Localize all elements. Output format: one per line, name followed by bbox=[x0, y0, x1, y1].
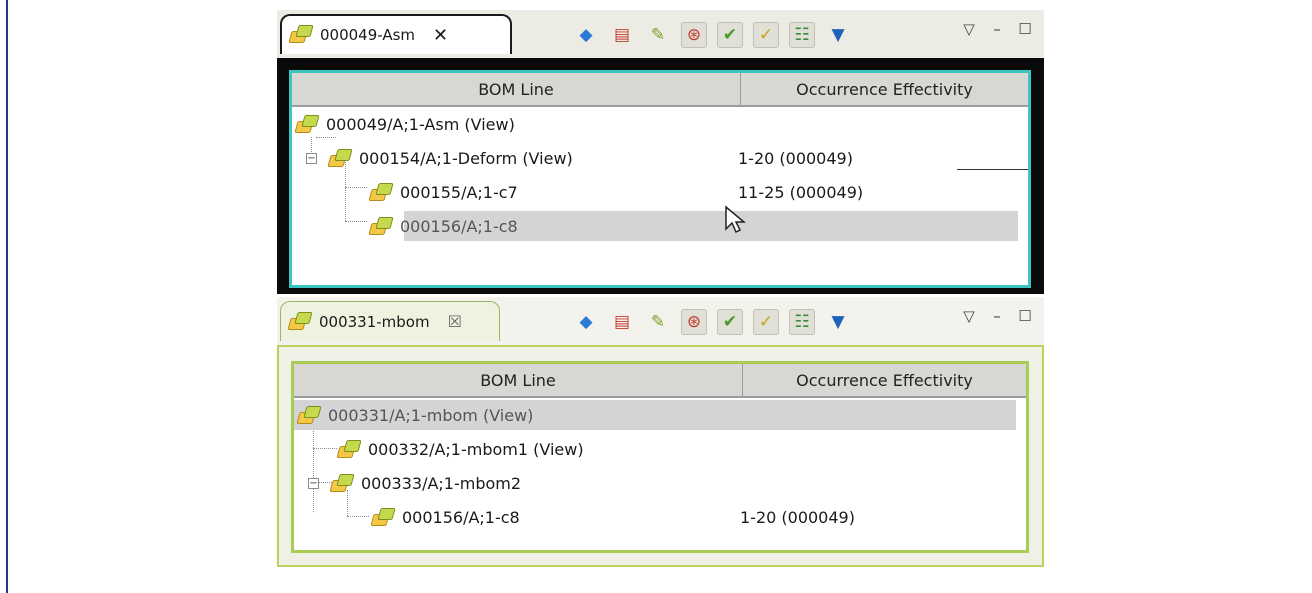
bom-line-name: 000049/A;1-Asm (View) bbox=[326, 114, 515, 134]
minimize-icon[interactable]: – bbox=[988, 307, 1006, 325]
panel-frame: BOM Line Occurrence Effectivity 000331/A… bbox=[277, 345, 1044, 567]
bom-line-name: 000155/A;1-c7 bbox=[400, 182, 518, 202]
close-tab-icon[interactable]: ✕ bbox=[433, 25, 448, 46]
assembly-icon bbox=[288, 25, 314, 45]
assembly-icon bbox=[329, 474, 355, 492]
panel-frame-active: BOM Line Occurrence Effectivity 000049/A… bbox=[277, 58, 1044, 294]
part-icon bbox=[368, 217, 394, 235]
window-controls: ▽ – ☐ bbox=[960, 20, 1034, 38]
assembly-icon bbox=[294, 115, 320, 133]
panel-tab-bar: 000049-Asm ✕ ◆ ▤ ✎ ⊛ ✔ ✓ ☷ ▼ ▽ – ☐ bbox=[277, 10, 1044, 58]
assembly-icon bbox=[327, 149, 353, 167]
bom-view-panel-mbom: 000331-mbom ☒ ◆ ▤ ✎ ⊛ ✔ ✓ ☷ ▼ ▽ – ☐ BOM … bbox=[277, 297, 1044, 567]
table-row[interactable]: 000332/A;1-mbom1 (View) bbox=[294, 432, 1026, 466]
table-row-selected[interactable]: 000156/A;1-c8 bbox=[292, 209, 1028, 243]
mouse-pointer-icon bbox=[725, 205, 746, 234]
variant-icon[interactable]: ☷ bbox=[789, 309, 815, 335]
occurrence-effectivity-value: 1-20 (000049) bbox=[738, 148, 853, 168]
column-header-bom-line[interactable]: BOM Line bbox=[294, 364, 743, 397]
assembly-icon bbox=[287, 311, 313, 332]
left-margin-rule bbox=[6, 0, 8, 593]
bom-line-name: 000156/A;1-c8 bbox=[400, 216, 518, 236]
filter-icon[interactable]: ▼ bbox=[825, 22, 851, 48]
collapse-toggle-icon[interactable]: − bbox=[308, 477, 319, 489]
tab-000331-mbom[interactable]: 000331-mbom ☒ bbox=[280, 301, 500, 341]
panel-toolbar: ◆ ▤ ✎ ⊛ ✔ ✓ ☷ ▼ bbox=[573, 22, 851, 48]
assembly-icon[interactable]: ◆ bbox=[573, 309, 599, 335]
bom-tree-table: BOM Line Occurrence Effectivity 000331/A… bbox=[291, 361, 1029, 553]
bom-view-panel-asm: 000049-Asm ✕ ◆ ▤ ✎ ⊛ ✔ ✓ ☷ ▼ ▽ – ☐ BOM L… bbox=[277, 10, 1044, 294]
table-row[interactable]: 000156/A;1-c8 1-20 (000049) bbox=[294, 500, 1026, 534]
close-tab-icon[interactable]: ☒ bbox=[448, 312, 462, 331]
effectivity-icon[interactable]: ✓ bbox=[753, 309, 779, 335]
bom-line-name: 000332/A;1-mbom1 (View) bbox=[368, 439, 584, 459]
column-header-occurrence-effectivity[interactable]: Occurrence Effectivity bbox=[741, 73, 1028, 106]
effectivity-icon[interactable]: ✓ bbox=[753, 22, 779, 48]
table-header: BOM Line Occurrence Effectivity bbox=[292, 73, 1028, 107]
edit-icon[interactable]: ✎ bbox=[645, 309, 671, 335]
assembly-icon bbox=[296, 406, 322, 424]
check-icon[interactable]: ✔ bbox=[717, 22, 743, 48]
column-header-bom-line[interactable]: BOM Line bbox=[292, 73, 741, 106]
minimize-icon[interactable]: – bbox=[988, 20, 1006, 38]
tab-label: 000331-mbom bbox=[319, 312, 430, 331]
variant-icon[interactable]: ☷ bbox=[789, 22, 815, 48]
part-icon bbox=[368, 183, 394, 201]
view-menu-icon[interactable]: ▽ bbox=[960, 307, 978, 325]
bom-line-name: 000333/A;1-mbom2 bbox=[361, 473, 522, 493]
occurrence-effectivity-value: 11-25 (000049) bbox=[738, 182, 864, 202]
bom-line-name: 000156/A;1-c8 bbox=[402, 507, 520, 527]
panel-toolbar: ◆ ▤ ✎ ⊛ ✔ ✓ ☷ ▼ bbox=[573, 309, 851, 335]
bom-line-name: 000154/A;1-Deform (View) bbox=[359, 148, 573, 168]
info-icon[interactable]: ▤ bbox=[609, 309, 635, 335]
window-controls: ▽ – ☐ bbox=[960, 307, 1034, 325]
table-row[interactable]: 000155/A;1-c7 11-25 (000049) bbox=[292, 175, 1028, 209]
assembly-icon[interactable]: ◆ bbox=[573, 22, 599, 48]
column-header-occurrence-effectivity[interactable]: Occurrence Effectivity bbox=[743, 364, 1026, 397]
tab-000049-asm[interactable]: 000049-Asm ✕ bbox=[280, 14, 512, 54]
view-menu-icon[interactable]: ▽ bbox=[960, 20, 978, 38]
info-icon[interactable]: ▤ bbox=[609, 22, 635, 48]
table-row[interactable]: − 000154/A;1-Deform (View) 1-20 (000049) bbox=[292, 141, 1028, 175]
revision-rule-icon[interactable]: ⊛ bbox=[681, 309, 707, 335]
edit-icon[interactable]: ✎ bbox=[645, 22, 671, 48]
maximize-icon[interactable]: ☐ bbox=[1016, 307, 1034, 325]
bom-line-name: 000331/A;1-mbom (View) bbox=[328, 405, 534, 425]
collapse-toggle-icon[interactable]: − bbox=[306, 152, 317, 164]
filter-icon[interactable]: ▼ bbox=[825, 309, 851, 335]
bom-tree-table: BOM Line Occurrence Effectivity 000049/A… bbox=[289, 70, 1031, 288]
check-icon[interactable]: ✔ bbox=[717, 309, 743, 335]
table-row[interactable]: 000049/A;1-Asm (View) bbox=[292, 107, 1028, 141]
occurrence-effectivity-value: 1-20 (000049) bbox=[740, 507, 855, 527]
table-row-selected[interactable]: 000331/A;1-mbom (View) bbox=[294, 398, 1026, 432]
table-header: BOM Line Occurrence Effectivity bbox=[294, 364, 1026, 398]
panel-tab-bar: 000331-mbom ☒ ◆ ▤ ✎ ⊛ ✔ ✓ ☷ ▼ ▽ – ☐ bbox=[277, 297, 1044, 345]
tab-label: 000049-Asm bbox=[320, 26, 416, 44]
revision-rule-icon[interactable]: ⊛ bbox=[681, 22, 707, 48]
part-icon bbox=[370, 508, 396, 526]
maximize-icon[interactable]: ☐ bbox=[1016, 20, 1034, 38]
assembly-icon bbox=[336, 440, 362, 458]
table-row[interactable]: − 000333/A;1-mbom2 bbox=[294, 466, 1026, 500]
